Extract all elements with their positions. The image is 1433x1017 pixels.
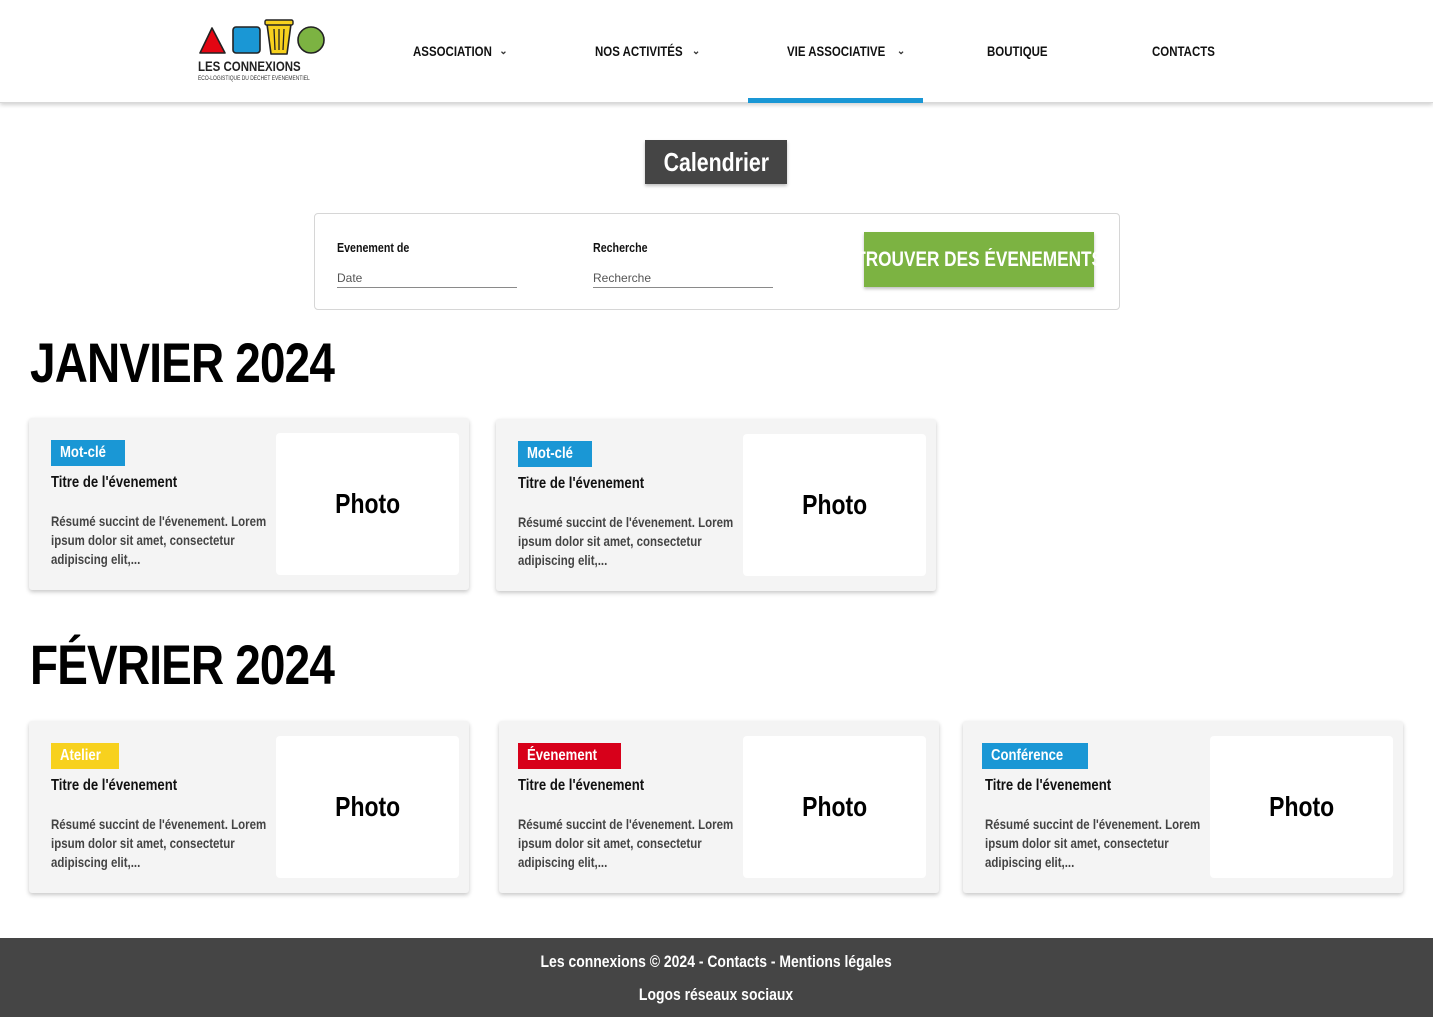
event-summary: Résumé succint de l'évenement. Lorem ips… (518, 816, 734, 870)
event-photo: Photo (1210, 736, 1393, 878)
event-search-panel: Evenement de Recherche TROUVER DES ÉVENE… (314, 213, 1120, 310)
footer-separator: - (771, 952, 776, 971)
event-tag[interactable]: Mot-clé (518, 441, 592, 467)
event-card[interactable]: Évenement Titre de l'évenement Résumé su… (499, 721, 939, 893)
event-title[interactable]: Titre de l'évenement (518, 777, 672, 795)
event-title[interactable]: Titre de l'évenement (51, 777, 205, 795)
event-summary: Résumé succint de l'évenement. Lorem ips… (985, 816, 1201, 870)
footer-legal-link[interactable]: Mentions légales (780, 952, 892, 971)
logo-tagline: ÉCO-LOGISTIQUE DU DÉCHET ÉVÉNEMENTIEL (198, 76, 310, 82)
event-card[interactable]: Mot-clé Titre de l'évenement Résumé succ… (496, 419, 936, 591)
event-photo: Photo (743, 434, 926, 576)
event-card[interactable]: Atelier Titre de l'évenement Résumé succ… (29, 721, 469, 893)
nav-nos-activites[interactable]: NOS ACTIVITÉS ⌄ (595, 40, 700, 62)
nav-contacts[interactable]: CONTACTS (1152, 40, 1229, 62)
footer-copyright: © 2024 (650, 952, 696, 971)
event-card[interactable]: Mot-clé Titre de l'évenement Résumé succ… (29, 418, 469, 590)
chevron-down-icon: ⌄ (691, 45, 701, 57)
logo-triangle-shape (199, 27, 226, 54)
chevron-down-icon: ⌄ (499, 45, 508, 57)
event-summary: Résumé succint de l'évenement. Lorem ips… (518, 514, 734, 568)
chevron-down-icon: ⌄ (896, 45, 906, 57)
event-tag[interactable]: Conférence (982, 743, 1089, 769)
event-tag[interactable]: Évenement (518, 743, 622, 769)
site-logo[interactable]: LES CONNEXIONS ÉCO-LOGISTIQUE DU DÉCHET … (198, 16, 328, 86)
footer-contacts-link[interactable]: Contacts (708, 952, 768, 971)
event-tag[interactable]: Atelier (51, 743, 119, 769)
page-title: Calendrier (645, 140, 787, 184)
event-card[interactable]: Conférence Titre de l'évenement Résumé s… (963, 721, 1403, 893)
event-photo: Photo (276, 433, 459, 575)
event-title[interactable]: Titre de l'évenement (985, 777, 1139, 795)
nav-association[interactable]: ASSOCIATION ⌄ (413, 40, 508, 62)
event-tag[interactable]: Mot-clé (51, 440, 125, 466)
event-summary: Résumé succint de l'évenement. Lorem ips… (51, 513, 267, 567)
site-header: LES CONNEXIONS ÉCO-LOGISTIQUE DU DÉCHET … (0, 0, 1433, 103)
logo-square-shape (232, 26, 261, 54)
footer-links: Les connexions © 2024 - Contacts - Menti… (0, 952, 1433, 972)
find-events-button[interactable]: TROUVER DES ÉVENEMENTS (855, 232, 1103, 287)
footer-brand: Les connexions (540, 952, 647, 971)
logo-circle-shape (297, 26, 325, 54)
logo-name: LES CONNEXIONS (198, 58, 301, 74)
month-heading-janvier: JANVIER 2024 (30, 331, 335, 394)
keyword-field-label: Recherche (593, 240, 648, 255)
nav-active-indicator (748, 98, 923, 103)
footer-separator: - (699, 952, 704, 971)
logo-shapes-icon (199, 19, 325, 55)
date-field-label: Evenement de (337, 240, 410, 255)
nav-boutique[interactable]: BOUTIQUE (987, 40, 1061, 62)
date-input[interactable] (337, 268, 517, 288)
month-heading-fevrier: FÉVRIER 2024 (30, 633, 335, 696)
event-photo: Photo (743, 736, 926, 878)
keyword-search-input[interactable] (593, 268, 773, 288)
event-title[interactable]: Titre de l'évenement (518, 475, 672, 493)
event-photo: Photo (276, 736, 459, 878)
footer-social-logos[interactable]: Logos réseaux sociaux (0, 985, 1433, 1005)
event-summary: Résumé succint de l'évenement. Lorem ips… (51, 816, 267, 870)
site-footer: Les connexions © 2024 - Contacts - Menti… (0, 938, 1433, 1017)
event-title[interactable]: Titre de l'évenement (51, 474, 205, 492)
nav-vie-associative[interactable]: VIE ASSOCIATIVE ⌄ (787, 40, 905, 62)
